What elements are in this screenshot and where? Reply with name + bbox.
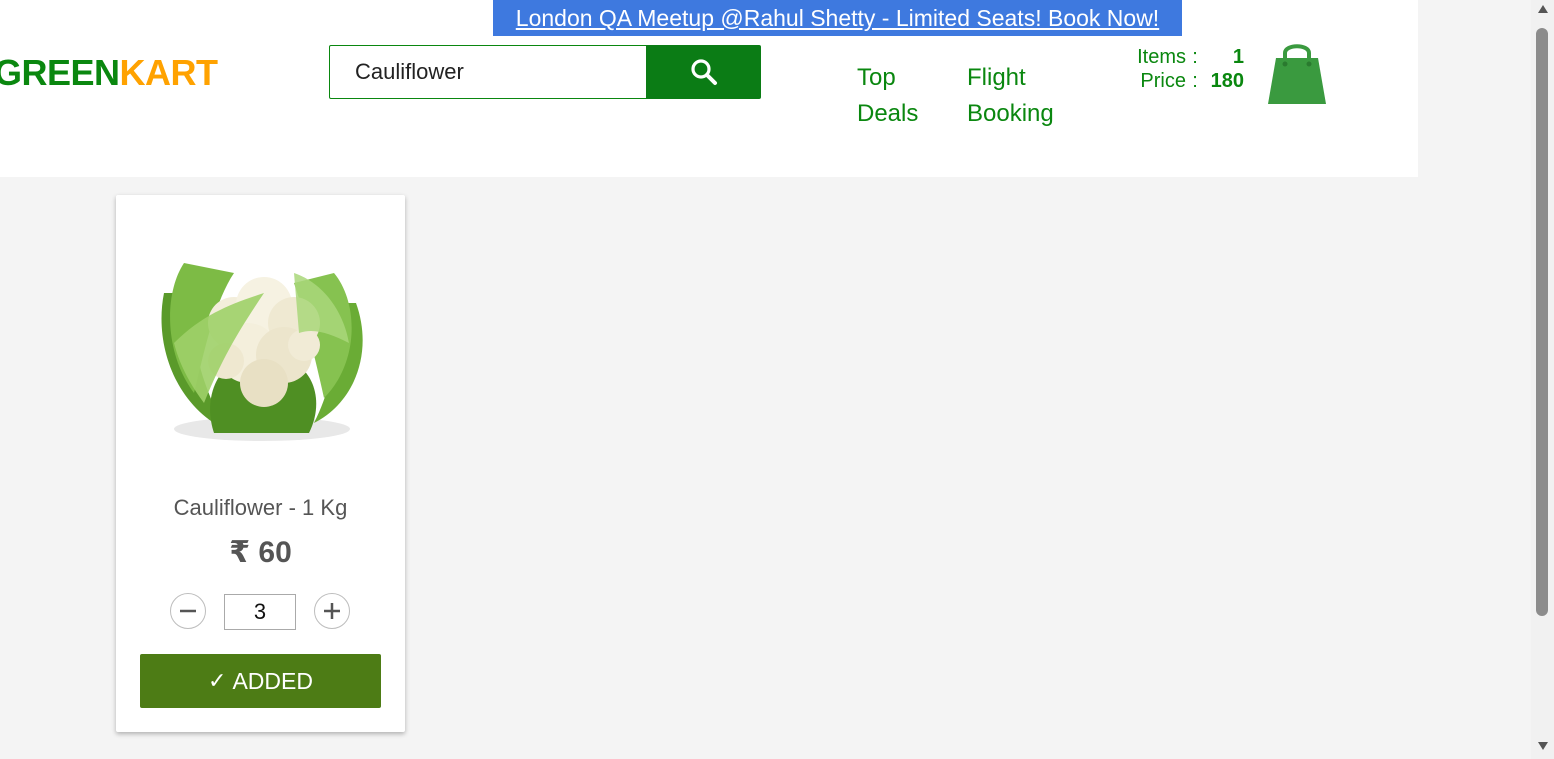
cart-price-separator: : bbox=[1192, 69, 1198, 92]
search-input[interactable] bbox=[329, 45, 647, 99]
cart-items-separator: : bbox=[1192, 45, 1198, 68]
promo-banner: London QA Meetup @Rahul Shetty - Limited… bbox=[493, 0, 1182, 36]
product-card: Cauliflower - 1 Kg ₹ 60 ✓ ADDED bbox=[116, 195, 405, 732]
nav-flight-booking-link[interactable]: Flight Booking bbox=[967, 60, 1067, 132]
greenkart-logo: GREENKART bbox=[0, 53, 218, 93]
cart-price-value: 180 bbox=[1210, 69, 1244, 92]
cart-items-row: Items : 1 bbox=[1116, 45, 1246, 69]
logo-kart: KART bbox=[119, 52, 218, 93]
vertical-scrollbar[interactable] bbox=[1531, 0, 1554, 759]
header: London QA Meetup @Rahul Shetty - Limited… bbox=[0, 0, 1418, 177]
arrow-down-icon bbox=[1537, 742, 1548, 750]
cart-price-row: Price : 180 bbox=[1116, 69, 1246, 93]
cart-items-label: Items bbox=[1137, 45, 1186, 68]
increment-button[interactable] bbox=[314, 593, 350, 629]
cart-info: Items : 1 Price : 180 bbox=[1116, 45, 1246, 93]
quantity-input[interactable] bbox=[224, 594, 296, 630]
search-button[interactable] bbox=[646, 45, 761, 99]
search-icon bbox=[690, 59, 717, 85]
nav-top-deals-line1: Top bbox=[857, 64, 896, 91]
shopping-bag-icon bbox=[1268, 44, 1326, 104]
scroll-up-arrow[interactable] bbox=[1531, 4, 1554, 18]
scroll-down-arrow[interactable] bbox=[1531, 741, 1554, 755]
nav-top-deals-line2: Deals bbox=[857, 100, 919, 127]
decrement-button[interactable] bbox=[170, 593, 206, 629]
cart-button[interactable] bbox=[1266, 38, 1328, 108]
nav-flight-booking-line2: Booking bbox=[967, 100, 1054, 127]
nav-top-deals-link[interactable]: Top Deals bbox=[857, 60, 937, 132]
scroll-thumb[interactable] bbox=[1536, 28, 1548, 616]
nav-flight-booking-line1: Flight bbox=[967, 64, 1026, 91]
arrow-up-icon bbox=[1537, 5, 1548, 13]
product-name: Cauliflower - 1 Kg bbox=[173, 495, 348, 520]
logo-green: GREEN bbox=[0, 52, 120, 93]
cart-price-label: Price bbox=[1140, 69, 1186, 92]
minus-icon bbox=[180, 609, 196, 613]
product-price: ₹ 60 bbox=[229, 536, 292, 569]
promo-link[interactable]: London QA Meetup @Rahul Shetty - Limited… bbox=[516, 5, 1159, 32]
added-to-cart-button[interactable]: ✓ ADDED bbox=[140, 654, 381, 708]
cauliflower-image bbox=[161, 263, 363, 441]
cart-items-value: 1 bbox=[1232, 45, 1244, 68]
added-button-label: ADDED bbox=[232, 667, 313, 694]
plus-icon bbox=[324, 603, 340, 619]
check-icon: ✓ bbox=[208, 668, 227, 694]
